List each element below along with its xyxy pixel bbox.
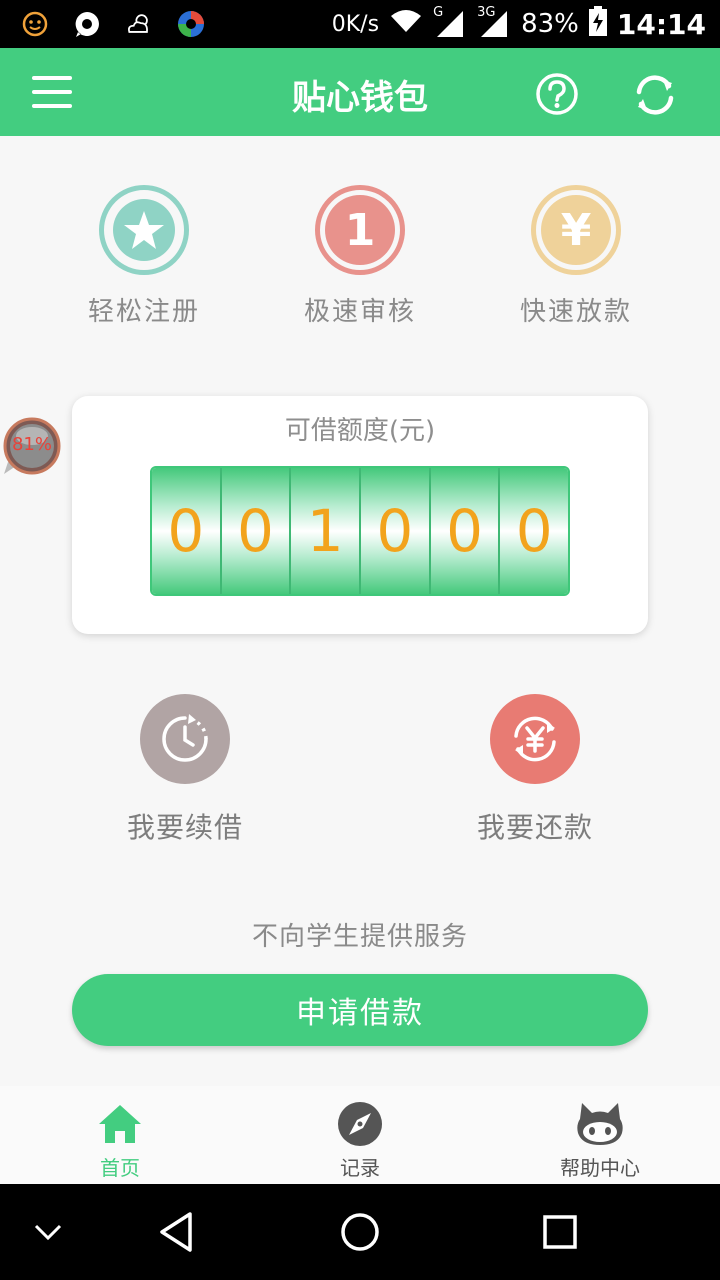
net-speed-text: 0K/s <box>331 11 380 37</box>
feature-row: 轻松注册 1 极速审核 ¥ 快速放款 <box>36 185 684 335</box>
star-icon <box>113 199 175 261</box>
yuan-cycle-icon <box>514 716 556 762</box>
feature-register-label: 轻松注册 <box>87 297 200 327</box>
system-navigation-bar <box>0 1184 720 1280</box>
home-icon <box>96 1100 144 1148</box>
repay-badge <box>490 694 580 784</box>
help-button[interactable] <box>535 72 579 116</box>
yuan-icon-glyph: ¥ <box>560 204 592 256</box>
network-g-label: G <box>433 5 444 20</box>
renew-loan-label: 我要续借 <box>126 811 243 844</box>
clock-time: 14:14 <box>616 7 706 41</box>
nav-help-center-label: 帮助中心 <box>560 1156 640 1180</box>
weather-notification-icon <box>124 9 154 39</box>
chevron-down-icon <box>34 1224 62 1241</box>
feature-register: 轻松注册 <box>36 185 252 335</box>
no-student-notice: 不向学生提供服务 <box>251 922 468 952</box>
bottom-navigation: 首页 记录 帮助中心 <box>0 1086 720 1184</box>
nav-home-label: 首页 <box>100 1156 140 1180</box>
credit-digit: 0 <box>221 468 292 594</box>
nav-home[interactable]: 首页 <box>0 1086 240 1184</box>
refresh-button[interactable] <box>630 70 680 120</box>
battery-charging-icon <box>588 5 607 43</box>
credit-digit-counter: 0 0 1 0 0 0 <box>150 466 570 596</box>
app-bar: 贴心钱包 <box>0 48 720 136</box>
back-button[interactable] <box>152 1208 200 1256</box>
feature-review: 1 极速审核 <box>252 185 468 335</box>
feature-payout-label: 快速放款 <box>519 297 632 327</box>
one-icon-glyph: 1 <box>344 204 376 256</box>
credit-limit-card: 可借额度(元) 0 0 1 0 0 0 <box>72 396 648 634</box>
feature-payout-badge: ¥ <box>531 185 621 275</box>
status-bar: 0K/s G 3G 83% 14:14 <box>0 0 720 48</box>
app-title: 贴心钱包 <box>292 78 428 118</box>
app-notification-icon <box>176 9 206 39</box>
question-icon <box>536 73 578 115</box>
apply-loan-button[interactable]: 申请借款 <box>72 974 648 1046</box>
battery-percent: 83% <box>521 9 579 39</box>
compass-icon <box>336 1100 384 1148</box>
repay-label: 我要还款 <box>476 811 593 844</box>
home-circle-icon <box>341 1213 379 1251</box>
nav-records-label: 记录 <box>340 1156 380 1180</box>
recents-button[interactable] <box>536 1208 584 1256</box>
octocat-icon <box>576 1100 624 1148</box>
credit-digit: 0 <box>152 468 222 594</box>
credit-digit: 0 <box>430 468 501 594</box>
feature-review-label: 极速审核 <box>303 297 416 327</box>
recents-square-icon <box>543 1215 577 1249</box>
refresh-icon <box>636 75 674 115</box>
back-triangle-icon <box>160 1212 192 1252</box>
status-system-icons: 0K/s G 3G 83% 14:14 <box>332 0 706 48</box>
floating-badge-value: 81% <box>11 434 52 455</box>
credit-limit-title: 可借额度(元) <box>284 416 436 446</box>
credit-digit: 0 <box>500 468 568 594</box>
feature-register-badge <box>99 185 189 275</box>
signal-g-icon: G <box>433 5 467 39</box>
repay-button[interactable]: 我要还款 <box>435 694 635 846</box>
feature-review-badge: 1 <box>315 185 405 275</box>
status-notification-icons <box>20 8 206 40</box>
feature-payout: ¥ 快速放款 <box>468 185 684 335</box>
chat-notification-icon <box>72 9 102 39</box>
credit-digit: 1 <box>291 468 362 594</box>
wifi-icon <box>389 8 423 41</box>
nav-records[interactable]: 记录 <box>240 1086 480 1184</box>
credit-digit: 0 <box>361 468 431 594</box>
network-3g-label: 3G <box>477 5 496 20</box>
floating-memory-badge[interactable]: 81% <box>2 416 62 476</box>
clock-renew-icon <box>162 714 208 762</box>
renew-loan-button[interactable]: 我要续借 <box>85 694 285 846</box>
signal-3g-icon: 3G <box>477 5 511 39</box>
hide-keyboard-button[interactable] <box>24 1208 72 1256</box>
one-icon: 1 <box>325 195 395 265</box>
home-button[interactable] <box>336 1208 384 1256</box>
yuan-icon: ¥ <box>541 195 611 265</box>
renew-loan-badge <box>140 694 230 784</box>
action-row: 我要续借 我要还款 <box>0 694 720 844</box>
nav-help-center[interactable]: 帮助中心 <box>480 1086 720 1184</box>
face-notification-icon <box>20 9 50 39</box>
